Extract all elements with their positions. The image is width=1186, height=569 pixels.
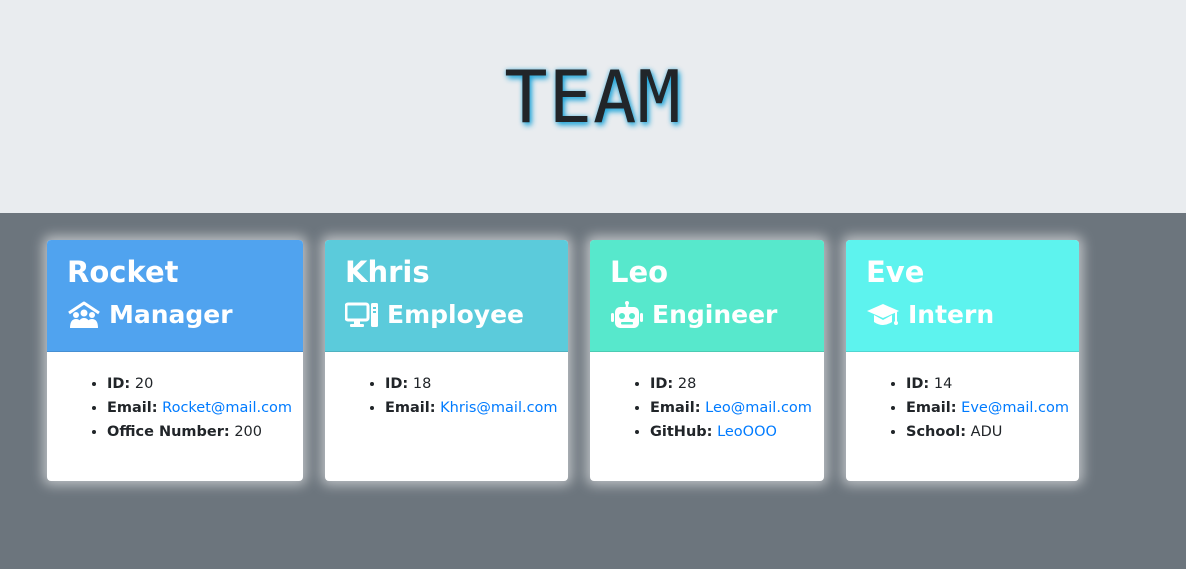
email-item: Email: Rocket@mail.com: [107, 396, 303, 420]
id-value: 20: [134, 376, 154, 392]
school-item: School: ADU: [906, 420, 1079, 444]
employee-name: Eve: [866, 255, 925, 289]
info-list: ID: 14 Email: Eve@mail.com School: ADU: [886, 372, 1079, 444]
id-item: ID: 20: [107, 372, 303, 396]
employee-role: Employee: [387, 300, 524, 329]
card-header: Eve Intern: [846, 240, 1079, 352]
info-list: ID: 18 Email: Khris@mail.com: [365, 372, 568, 420]
email-link[interactable]: Khris@mail.com: [440, 400, 557, 416]
email-link[interactable]: Eve@mail.com: [961, 400, 1069, 416]
card-header: Khris Employee: [325, 240, 568, 352]
id-value: 18: [412, 376, 432, 392]
employee-name: Rocket: [67, 255, 179, 289]
email-link[interactable]: Leo@mail.com: [705, 400, 812, 416]
team-cards-area: Rocket Manager ID: 20: [0, 213, 1186, 569]
graduation-cap-icon: [866, 301, 900, 329]
email-item: Email: Khris@mail.com: [385, 396, 568, 420]
desktop-computer-icon: [345, 301, 379, 329]
id-item: ID: 28: [650, 372, 824, 396]
intern-card: Eve Intern ID: 14 Email: Eve@mail.com Sc…: [846, 240, 1079, 481]
info-list: ID: 20 Email: Rocket@mail.com Office Num…: [87, 372, 303, 444]
employee-role: Manager: [109, 300, 233, 329]
robot-icon: [610, 301, 644, 329]
card-header: Leo Engineer: [590, 240, 824, 352]
card-body: ID: 20 Email: Rocket@mail.com Office Num…: [47, 352, 303, 444]
page-title: TEAM: [504, 55, 682, 139]
info-list: ID: 28 Email: Leo@mail.com GitHub: LeoOO…: [630, 372, 824, 444]
card-body: ID: 28 Email: Leo@mail.com GitHub: LeoOO…: [590, 352, 824, 444]
id-item: ID: 18: [385, 372, 568, 396]
card-body: ID: 14 Email: Eve@mail.com School: ADU: [846, 352, 1079, 444]
email-item: Email: Eve@mail.com: [906, 396, 1079, 420]
employee-name: Leo: [610, 255, 669, 289]
manager-card: Rocket Manager ID: 20: [47, 240, 303, 481]
header-jumbotron: TEAM: [0, 0, 1186, 213]
email-link[interactable]: Rocket@mail.com: [162, 400, 292, 416]
id-value: 28: [677, 376, 697, 392]
github-link[interactable]: LeoOOO: [717, 424, 777, 440]
id-value: 14: [933, 376, 953, 392]
github-item: GitHub: LeoOOO: [650, 420, 824, 444]
employee-role: Intern: [908, 300, 995, 329]
employee-card: Khris Employee ID: 18 Email: [325, 240, 568, 481]
school-value: ADU: [970, 424, 1003, 440]
email-item: Email: Leo@mail.com: [650, 396, 824, 420]
manager-house-people-icon: [67, 301, 101, 329]
employee-name: Khris: [345, 255, 430, 289]
card-header: Rocket Manager: [47, 240, 303, 352]
employee-role: Engineer: [652, 300, 778, 329]
office-number-value: 200: [234, 424, 263, 440]
id-item: ID: 14: [906, 372, 1079, 396]
card-body: ID: 18 Email: Khris@mail.com: [325, 352, 568, 420]
engineer-card: Leo Engineer • ID: 28 • Email: Leo@mail.…: [590, 240, 824, 481]
office-number-item: Office Number: 200: [107, 420, 303, 444]
